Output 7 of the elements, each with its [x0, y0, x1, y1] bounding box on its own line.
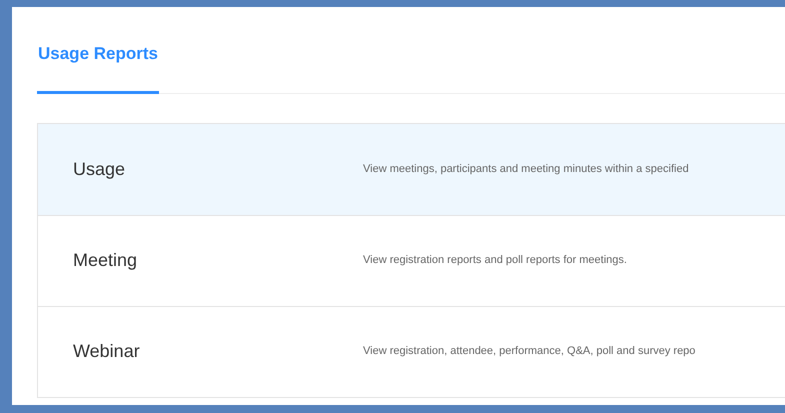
report-description: View meetings, participants and meeting minutes within a specified — [363, 162, 689, 177]
report-row[interactable]: Usage View meetings, participants and meeting minutes within a specified — [38, 124, 785, 214]
report-name: Meeting — [73, 249, 138, 272]
report-name: Webinar — [73, 340, 141, 363]
report-name: Usage — [73, 158, 126, 181]
report-description: View registration, attendee, performance, Q&A, poll and survey repo — [363, 344, 696, 360]
report-description: View registration reports and poll reports for meetings. — [363, 253, 627, 268]
